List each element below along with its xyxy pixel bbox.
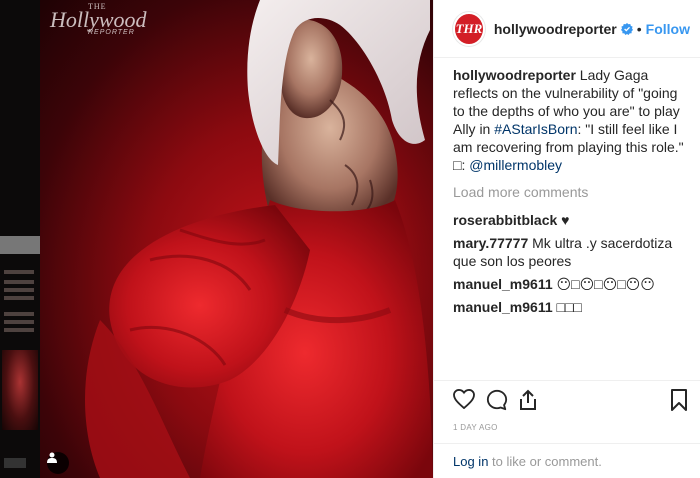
- mention-link[interactable]: @millermobley: [469, 157, 562, 173]
- lady-gaga-photo-illustration: [85, 0, 433, 478]
- share-icon[interactable]: [518, 389, 538, 414]
- verified-badge-icon: [620, 22, 633, 35]
- comment-item: mary.77777 Mk ultra .y sacerdotiza que s…: [453, 235, 673, 269]
- heart-icon[interactable]: [453, 388, 475, 412]
- hashtag-link[interactable]: #AStarIsBorn: [494, 121, 577, 137]
- instagram-post: THE Hollywood REPORTER THR hollywoodrepo…: [0, 0, 700, 478]
- comment-icon[interactable]: [486, 389, 508, 414]
- load-more-comments-button[interactable]: Load more comments: [453, 184, 688, 200]
- login-prompt: Log in to like or comment.: [434, 443, 700, 469]
- comment-username[interactable]: roserabbitblack: [453, 212, 557, 228]
- login-link[interactable]: Log in: [453, 454, 488, 469]
- comments-list: hollywoodreporter Lady Gaga reflects on …: [453, 66, 688, 321]
- magazine-spread-edge: [0, 0, 40, 478]
- user-tag-icon[interactable]: [47, 452, 69, 474]
- comment-username[interactable]: mary.77777: [453, 235, 528, 251]
- post-image[interactable]: THE Hollywood REPORTER: [40, 0, 433, 478]
- hollywood-reporter-watermark: THE Hollywood REPORTER: [50, 2, 147, 36]
- header-username[interactable]: hollywoodreporter: [494, 21, 617, 37]
- separator-dot: •: [636, 20, 642, 37]
- post-header: THR hollywoodreporter • Follow: [434, 0, 700, 58]
- caption-username[interactable]: hollywoodreporter: [453, 67, 576, 83]
- action-icons: [453, 388, 688, 414]
- comment-item: roserabbitblack ♥: [453, 212, 570, 228]
- avatar[interactable]: THR: [453, 11, 485, 46]
- post-side-panel: THR hollywoodreporter • Follow hollywood…: [433, 0, 700, 478]
- bookmark-icon[interactable]: [670, 389, 688, 414]
- comment-username[interactable]: manuel_m9611: [453, 276, 553, 292]
- follow-button[interactable]: Follow: [646, 21, 690, 37]
- spread-thumbnail: [2, 350, 38, 430]
- comment-username[interactable]: manuel_m9611: [453, 299, 553, 315]
- post-actions: 1 DAY AGO Log in to like or comment.: [434, 380, 700, 478]
- spread-bar: [0, 236, 40, 254]
- comment-item: manuel_m9611 😶□😶□😶□😶😶: [453, 276, 655, 292]
- comment-item: manuel_m9611 □□□: [453, 299, 582, 315]
- post-timestamp[interactable]: 1 DAY AGO: [453, 423, 498, 432]
- caption: hollywoodreporter Lady Gaga reflects on …: [453, 67, 684, 173]
